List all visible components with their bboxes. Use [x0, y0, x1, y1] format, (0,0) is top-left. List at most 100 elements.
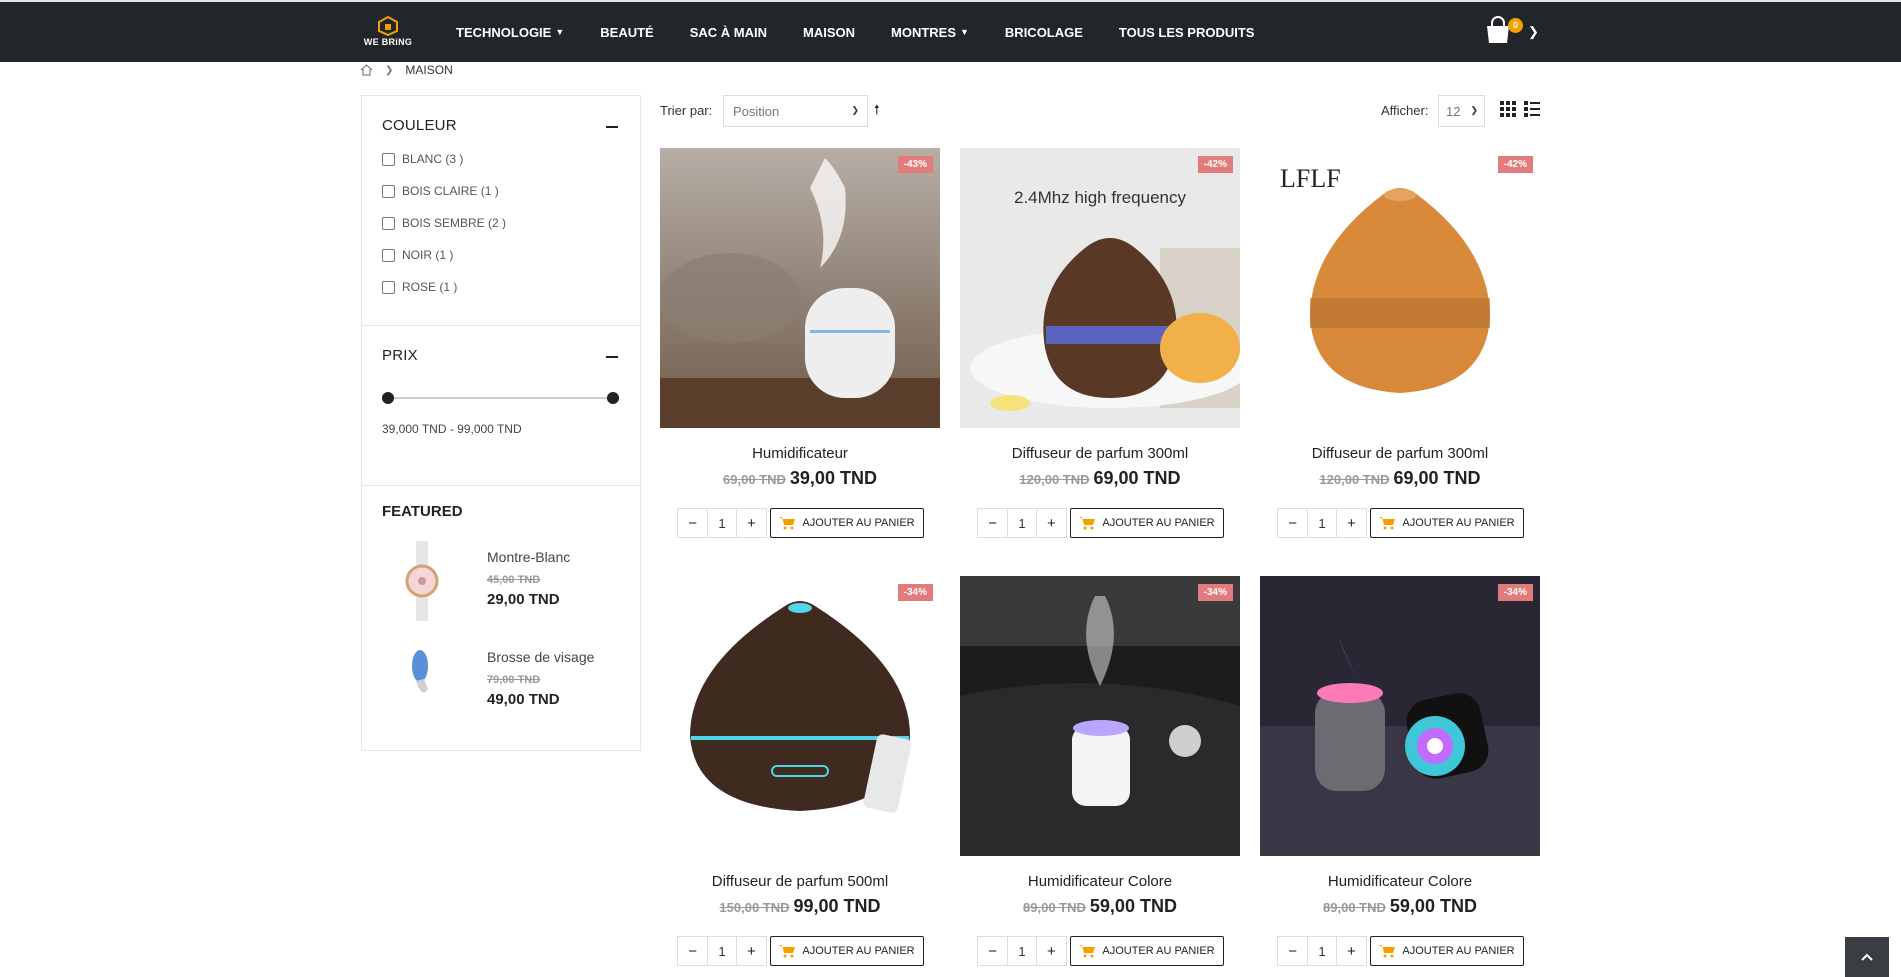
- increase-button[interactable]: +: [737, 937, 766, 965]
- collapse-minus-icon[interactable]: [606, 356, 618, 358]
- nav-item-tous-les-produits[interactable]: TOUS LES PRODUITS: [1119, 25, 1255, 40]
- add-to-cart-button[interactable]: AJOUTER AU PANIER: [1070, 508, 1224, 538]
- checkbox[interactable]: [382, 216, 395, 230]
- product-image[interactable]: LFLF -42%: [1260, 148, 1540, 428]
- price-slider-min-handle[interactable]: [382, 392, 394, 404]
- nav-item-technologie[interactable]: TECHNOLOGIE ▼: [456, 25, 564, 40]
- face-brush-thumbnail[interactable]: [402, 641, 442, 721]
- price-slider-max-handle[interactable]: [607, 392, 619, 404]
- quantity-input[interactable]: 1: [707, 937, 737, 965]
- product-image[interactable]: -34%: [1260, 576, 1540, 856]
- collapse-minus-icon[interactable]: [606, 126, 618, 128]
- grid-view-icon[interactable]: [1500, 101, 1516, 117]
- cart-icon: [1379, 517, 1396, 530]
- add-to-cart-button[interactable]: AJOUTER AU PANIER: [770, 508, 924, 538]
- cart-icon: [1079, 945, 1096, 958]
- increase-button[interactable]: +: [1337, 937, 1366, 965]
- decrease-button[interactable]: −: [678, 937, 707, 965]
- featured-item: Brosse de visage 79,00 TND 49,00 TND: [382, 641, 622, 723]
- nav-label: MAISON: [803, 24, 855, 40]
- checkbox[interactable]: [382, 152, 395, 166]
- image-overlay-text: 2.4Mhz high frequency: [1014, 188, 1186, 207]
- nav-label: MONTRES: [891, 24, 956, 40]
- product-image[interactable]: -43%: [660, 148, 940, 428]
- discount-badge: -42%: [1197, 156, 1233, 173]
- product-image[interactable]: -34%: [660, 576, 940, 856]
- increase-button[interactable]: +: [1037, 509, 1066, 537]
- product-image[interactable]: -34%: [960, 576, 1240, 856]
- color-option-label: BOIS CLAIRE (1 ): [402, 184, 499, 198]
- discount-badge: -43%: [897, 156, 933, 173]
- quantity-input[interactable]: 1: [1307, 509, 1337, 537]
- product-name[interactable]: Humidificateur Colore: [1260, 873, 1540, 890]
- color-option[interactable]: BOIS CLAIRE (1 ): [382, 184, 499, 198]
- decrease-button[interactable]: −: [678, 509, 707, 537]
- quantity-input[interactable]: 1: [1007, 937, 1037, 965]
- back-to-top-button[interactable]: [1845, 937, 1889, 977]
- cart-icon: [779, 945, 796, 958]
- nav-item-sac-a-main[interactable]: SAC À MAIN: [690, 25, 767, 40]
- product-name[interactable]: Humidificateur Colore: [960, 873, 1240, 890]
- home-icon[interactable]: [360, 64, 373, 76]
- increase-button[interactable]: +: [737, 509, 766, 537]
- featured-item-name[interactable]: Brosse de visage: [487, 649, 594, 665]
- increase-button[interactable]: +: [1037, 937, 1066, 965]
- nav-label: TOUS LES PRODUITS: [1118, 24, 1255, 40]
- add-to-cart-label: AJOUTER AU PANIER: [1402, 517, 1515, 529]
- add-to-cart-button[interactable]: AJOUTER AU PANIER: [770, 936, 924, 966]
- checkbox[interactable]: [382, 184, 395, 198]
- increase-button[interactable]: +: [1337, 509, 1366, 537]
- price: 59,00 TND: [1389, 896, 1477, 916]
- decrease-button[interactable]: −: [1278, 937, 1307, 965]
- add-to-cart-button[interactable]: AJOUTER AU PANIER: [1070, 936, 1224, 966]
- quantity-stepper: −1 +: [977, 936, 1067, 966]
- list-view-icon[interactable]: [1524, 101, 1540, 117]
- product-prices: 150,00 TND 99,00 TND: [660, 896, 940, 917]
- checkbox[interactable]: [382, 248, 395, 262]
- nav-item-beaute[interactable]: BEAUTÉ: [600, 25, 653, 40]
- add-to-cart-button[interactable]: AJOUTER AU PANIER: [1370, 508, 1524, 538]
- featured-item-old-price: 45,00 TND: [487, 574, 541, 586]
- price: 69,00 TND: [1093, 468, 1181, 488]
- quantity-input[interactable]: 1: [707, 509, 737, 537]
- color-option[interactable]: NOIR (1 ): [382, 248, 453, 262]
- chevron-down-icon[interactable]: ❯: [1528, 24, 1539, 40]
- per-page-select[interactable]: 12 ❯: [1438, 95, 1485, 127]
- color-option[interactable]: BOIS SEMBRE (2 ): [382, 216, 506, 230]
- sort-direction-arrow-icon[interactable]: 🠕: [874, 101, 880, 123]
- product-name[interactable]: Diffuseur de parfum 300ml: [960, 445, 1240, 462]
- decrease-button[interactable]: −: [978, 509, 1007, 537]
- diffuser-photo: [660, 576, 940, 856]
- brand-text-in-image: LFLF: [1280, 164, 1341, 193]
- nav-item-bricolage[interactable]: BRICOLAGE: [1005, 25, 1083, 40]
- price-slider-track[interactable]: [388, 397, 613, 399]
- featured-item: Montre-Blanc 45,00 TND 29,00 TND: [382, 541, 622, 623]
- color-option[interactable]: ROSE (1 ): [382, 280, 457, 294]
- cart-button[interactable]: 0: [1484, 16, 1523, 48]
- old-price: 69,00 TND: [723, 472, 786, 487]
- price: 99,00 TND: [793, 896, 881, 916]
- chevron-down-icon: ▼: [960, 27, 969, 37]
- site-logo[interactable]: WE BRiNG: [362, 16, 414, 50]
- quantity-input[interactable]: 1: [1007, 509, 1037, 537]
- chevron-down-icon: ▼: [555, 27, 565, 37]
- decrease-button[interactable]: −: [1278, 509, 1307, 537]
- decrease-button[interactable]: −: [978, 937, 1007, 965]
- quantity-input[interactable]: 1: [1307, 937, 1337, 965]
- product-image[interactable]: 2.4Mhz high frequency -42%: [960, 148, 1240, 428]
- watch-thumbnail[interactable]: [402, 541, 442, 621]
- sort-select[interactable]: Position ❯: [723, 95, 868, 127]
- product-name[interactable]: Humidificateur: [660, 445, 940, 462]
- nav-item-maison[interactable]: MAISON: [803, 25, 855, 40]
- nav-item-montres[interactable]: MONTRES ▼: [891, 25, 969, 40]
- old-price: 150,00 TND: [719, 900, 790, 915]
- product-name[interactable]: Diffuseur de parfum 300ml: [1260, 445, 1540, 462]
- cart-count-badge: 0: [1508, 18, 1523, 33]
- color-option[interactable]: BLANC (3 ): [382, 152, 463, 166]
- add-to-cart-button[interactable]: AJOUTER AU PANIER: [1370, 936, 1524, 966]
- checkbox[interactable]: [382, 280, 395, 294]
- product-name[interactable]: Diffuseur de parfum 500ml: [660, 873, 940, 890]
- featured-item-name[interactable]: Montre-Blanc: [487, 549, 570, 565]
- old-price: 120,00 TND: [1019, 472, 1090, 487]
- color-option-label: BLANC (3 ): [402, 152, 464, 166]
